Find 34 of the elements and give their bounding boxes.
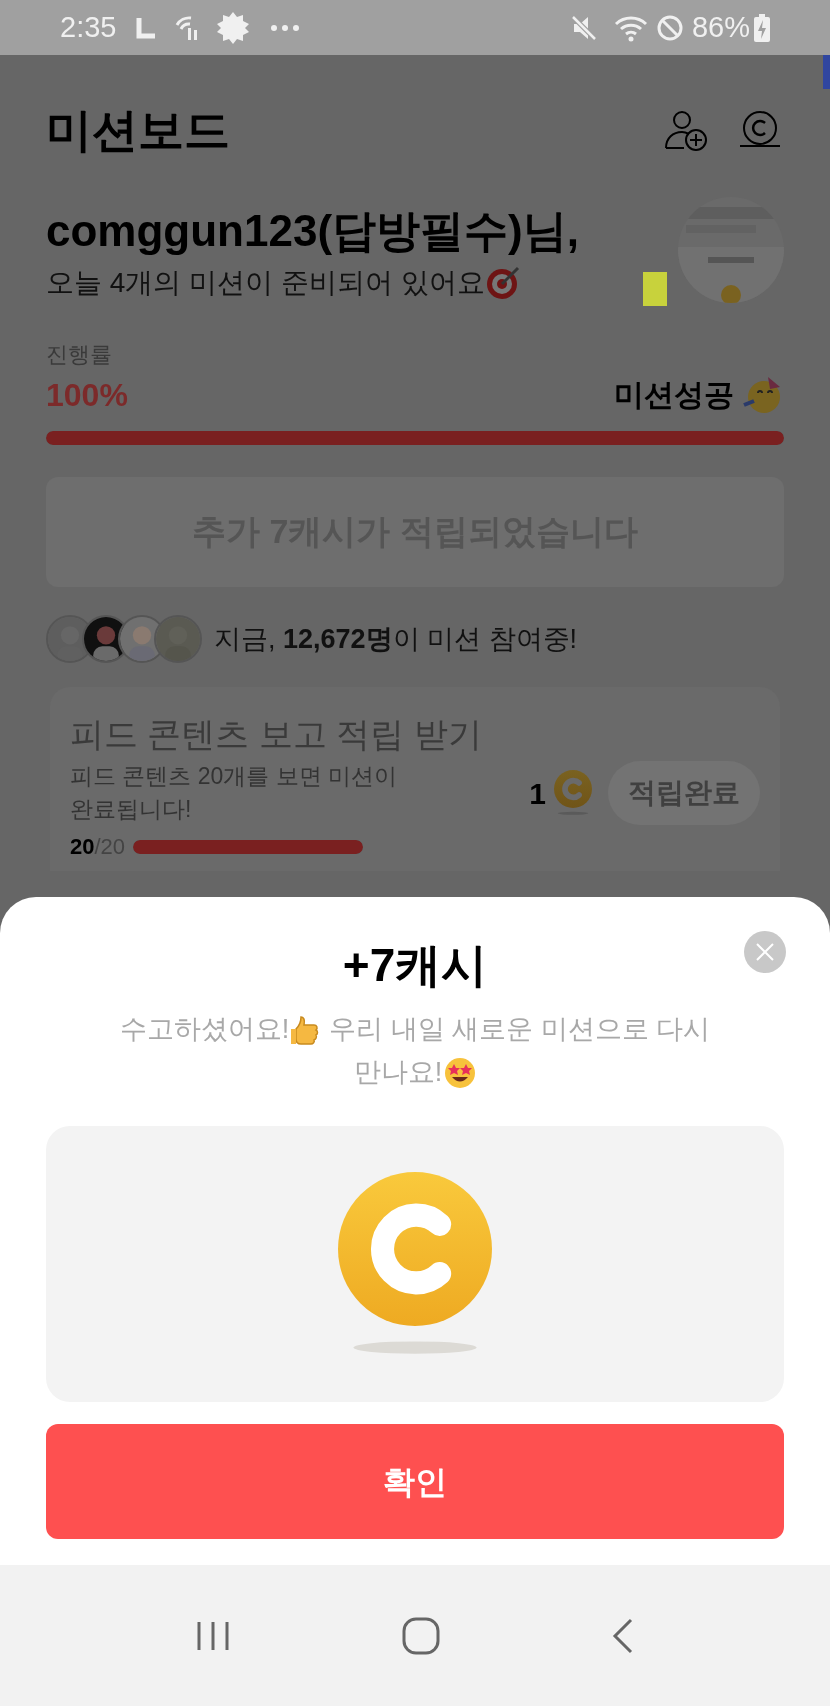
add-person-icon: [664, 108, 708, 152]
large-coin-icon: [338, 1171, 492, 1357]
progress-percent: 100%: [46, 375, 128, 415]
mute-icon: [569, 13, 598, 42]
page-title: 미션보드: [46, 102, 230, 158]
thumbs-up-icon: [291, 1014, 320, 1045]
reward-amount: 1: [529, 775, 546, 812]
gear-icon: [216, 10, 251, 45]
back-icon[interactable]: [610, 1617, 635, 1654]
sheet-message: 만나요!: [353, 1056, 443, 1090]
battery-percent: 86%: [691, 9, 750, 45]
coin-icon: [554, 770, 592, 816]
more-icon: [270, 23, 301, 32]
participants-text: 지금, 12,672명이 미션 참여중!: [214, 622, 578, 656]
confirm-button[interactable]: 확인: [46, 1424, 784, 1540]
mission-success-label: 미션성공: [614, 377, 734, 414]
star-eyes-icon: [444, 1056, 477, 1089]
clock: 2:35: [60, 9, 117, 45]
blocked-icon: [655, 13, 684, 42]
close-icon: [755, 942, 775, 962]
home-icon[interactable]: [402, 1616, 440, 1655]
mission-count: 20: [70, 833, 95, 862]
mission-count-message: 오늘 4개의 미션이 준비되어 있어요: [46, 265, 485, 300]
mission-total: /20: [94, 833, 126, 862]
sheet-title: +7캐시: [342, 938, 488, 993]
user-greeting: comggun123(답방필수)님,: [46, 205, 580, 257]
confetti: [643, 272, 667, 306]
sheet-message: 우리 내일 새로운 미션으로 다시: [329, 1013, 711, 1046]
target-icon: [484, 264, 521, 301]
battery-charging-icon: [754, 13, 770, 42]
sheet-message: 수고하셨어요!: [119, 1013, 290, 1046]
recent-apps-icon[interactable]: [195, 1619, 232, 1652]
coin-icon: [738, 110, 782, 150]
confetti: [823, 55, 830, 89]
